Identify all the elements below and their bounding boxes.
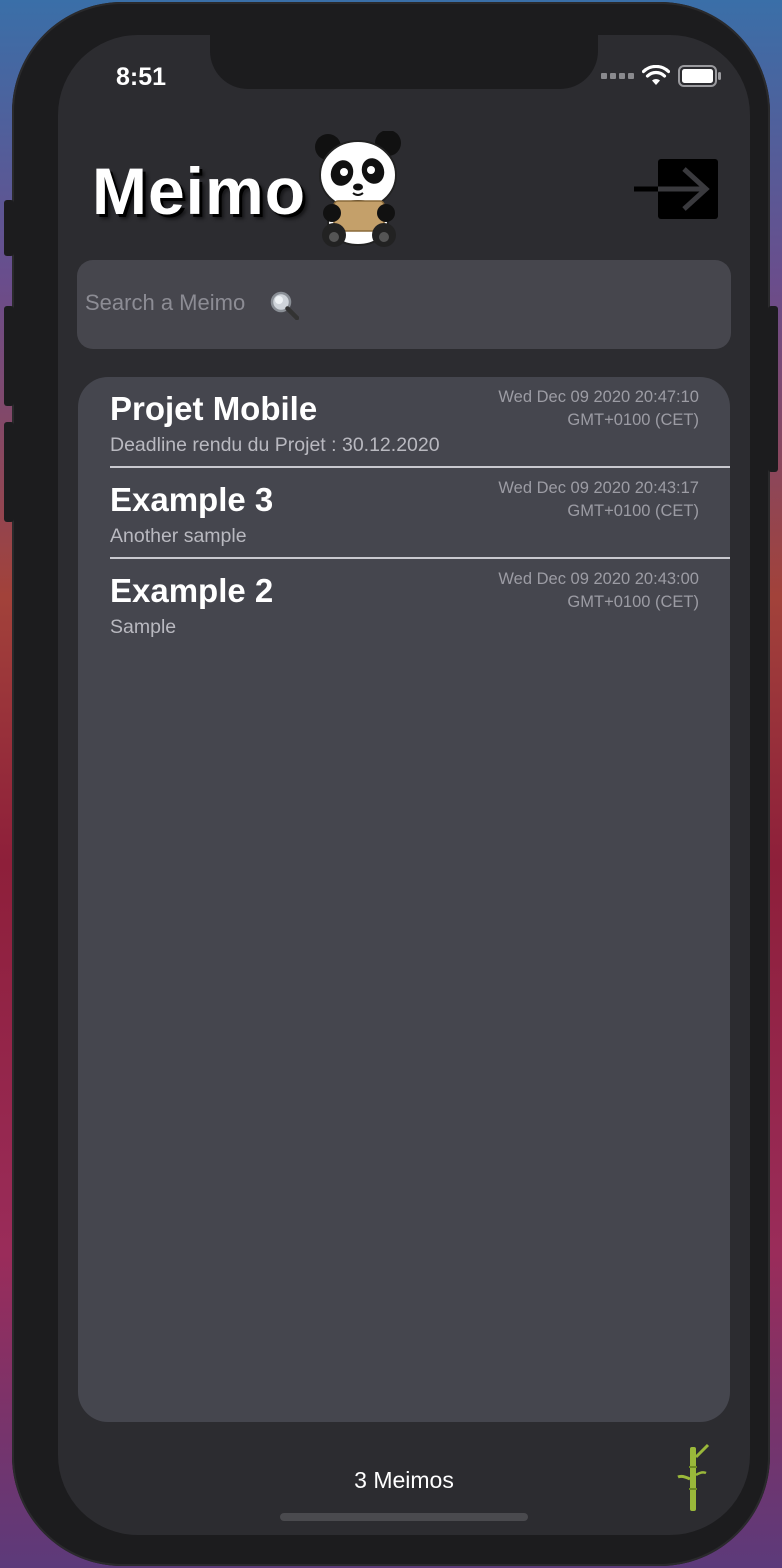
memo-list-item[interactable]: Projet Mobile Deadline rendu du Projet :…: [110, 377, 730, 466]
memo-date: Wed Dec 09 2020 20:43:17 GMT+0100 (CET): [498, 477, 699, 523]
battery-icon: [678, 65, 722, 87]
memo-list: Projet Mobile Deadline rendu du Projet :…: [78, 377, 730, 1422]
volume-down-button: [4, 422, 14, 522]
memo-date-line2: GMT+0100 (CET): [567, 593, 699, 611]
memo-date: Wed Dec 09 2020 20:47:10 GMT+0100 (CET): [498, 386, 699, 432]
notch: [210, 35, 598, 89]
magnifier-icon: [269, 290, 300, 321]
memo-body: Sample: [110, 616, 177, 638]
panda-icon: [310, 130, 410, 251]
mute-switch: [4, 200, 14, 256]
logout-button[interactable]: [634, 159, 722, 219]
memo-date-line2: GMT+0100 (CET): [567, 411, 699, 429]
memo-title: Projet Mobile: [110, 390, 318, 427]
power-button: [768, 306, 778, 472]
cellular-icon: [601, 73, 634, 79]
memo-list-item[interactable]: Example 2 Sample Wed Dec 09 2020 20:43:0…: [110, 557, 730, 648]
memo-list-item[interactable]: Example 3 Another sample Wed Dec 09 2020…: [110, 466, 730, 557]
memo-date-line1: Wed Dec 09 2020 20:43:17: [498, 479, 699, 497]
status-time: 8:51: [116, 63, 167, 91]
memo-count-label: 3 Meimos: [354, 1467, 454, 1493]
memo-date: Wed Dec 09 2020 20:43:00 GMT+0100 (CET): [498, 568, 699, 614]
status-icons: [601, 65, 722, 87]
home-indicator[interactable]: [280, 1513, 528, 1521]
phone-frame: 8:51 Meimo Search a Meimo Projet Mobile …: [4, 2, 778, 1566]
memo-body: Deadline rendu du Projet : 30.12.2020: [110, 434, 440, 456]
memo-date-line1: Wed Dec 09 2020 20:47:10: [498, 388, 699, 406]
memo-date-line2: GMT+0100 (CET): [567, 502, 699, 520]
memo-title: Example 3: [110, 481, 274, 518]
app-screen: 8:51 Meimo Search a Meimo Projet Mobile …: [58, 35, 750, 1535]
memo-date-line1: Wed Dec 09 2020 20:43:00: [498, 570, 699, 588]
search-input[interactable]: [85, 260, 645, 349]
search-bar: Search a Meimo: [77, 260, 731, 349]
memo-body: Another sample: [110, 525, 247, 547]
logout-arrow-icon: [634, 159, 718, 219]
memo-title: Example 2: [110, 572, 274, 609]
wifi-icon: [642, 65, 670, 87]
bamboo-icon[interactable]: [676, 1443, 712, 1515]
app-title: Meimo: [92, 154, 307, 228]
header: Meimo: [92, 130, 722, 251]
volume-up-button: [4, 306, 14, 406]
